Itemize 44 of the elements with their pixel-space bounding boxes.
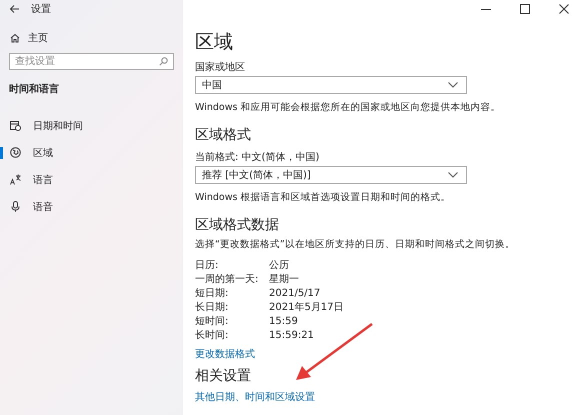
- globe-icon: [10, 147, 21, 158]
- format-dropdown[interactable]: 推荐 [中文(简体，中国)]: [195, 166, 467, 184]
- data-value: 星期一: [269, 273, 300, 286]
- page-title: 区域: [195, 30, 233, 54]
- data-value: 2021/5/17: [269, 287, 322, 300]
- country-dropdown[interactable]: 中国: [195, 76, 467, 94]
- data-label: 短日期:: [195, 287, 230, 300]
- data-value: 公历: [269, 259, 290, 272]
- section-heading: 相关设置: [195, 367, 251, 385]
- data-label: 短时间:: [195, 315, 230, 328]
- data-label: 一周的第一天:: [195, 273, 260, 286]
- search-field[interactable]: 查找设置: [9, 53, 174, 70]
- description-text: Windows 和应用可能会根据您所在的国家或地区向您提供本地内容。: [195, 101, 500, 114]
- description-text: 选择“更改数据格式”以在地区所支持的日历、日期和时间格式之间切换。: [195, 238, 515, 251]
- data-value: 2021年5月17日: [269, 301, 344, 314]
- microphone-icon: [10, 201, 21, 212]
- field-label: 当前格式: 中文(简体，中国): [195, 151, 320, 164]
- close-icon[interactable]: [559, 4, 569, 14]
- search-icon: [159, 57, 168, 66]
- data-label: 日历:: [195, 259, 220, 272]
- language-icon: [10, 174, 21, 185]
- section-heading: 区域格式: [195, 126, 251, 144]
- description-text: Windows 根据语言和区域首选项设置日期和时间的格式。: [195, 191, 450, 204]
- related-settings-link[interactable]: 其他日期、时间和区域设置: [195, 391, 315, 404]
- change-format-link[interactable]: 更改数据格式: [195, 348, 255, 361]
- data-value: 15:59: [269, 315, 299, 328]
- data-label: 长日期:: [195, 301, 230, 314]
- sidebar-item[interactable]: 区域: [0, 139, 183, 166]
- home-item[interactable]: 主页: [10, 30, 183, 46]
- maximize-icon[interactable]: [520, 4, 530, 14]
- sidebar-item[interactable]: 语音: [0, 193, 183, 220]
- sidebar-item[interactable]: 语言: [0, 166, 183, 193]
- home-icon: [10, 33, 20, 43]
- back-icon[interactable]: [9, 5, 19, 13]
- sidebar-item[interactable]: 日期和时间: [0, 112, 183, 139]
- section-heading: 区域格式数据: [195, 216, 279, 234]
- calendar-icon: [10, 120, 21, 131]
- window-title: 设置: [31, 2, 51, 16]
- data-label: 长时间:: [195, 329, 230, 342]
- section-heading: 时间和语言: [9, 82, 60, 96]
- data-value: 15:59:21: [269, 329, 315, 342]
- chevron-icon: [448, 172, 458, 178]
- field-label: 国家或地区: [195, 61, 245, 74]
- chevron-icon: [448, 82, 458, 88]
